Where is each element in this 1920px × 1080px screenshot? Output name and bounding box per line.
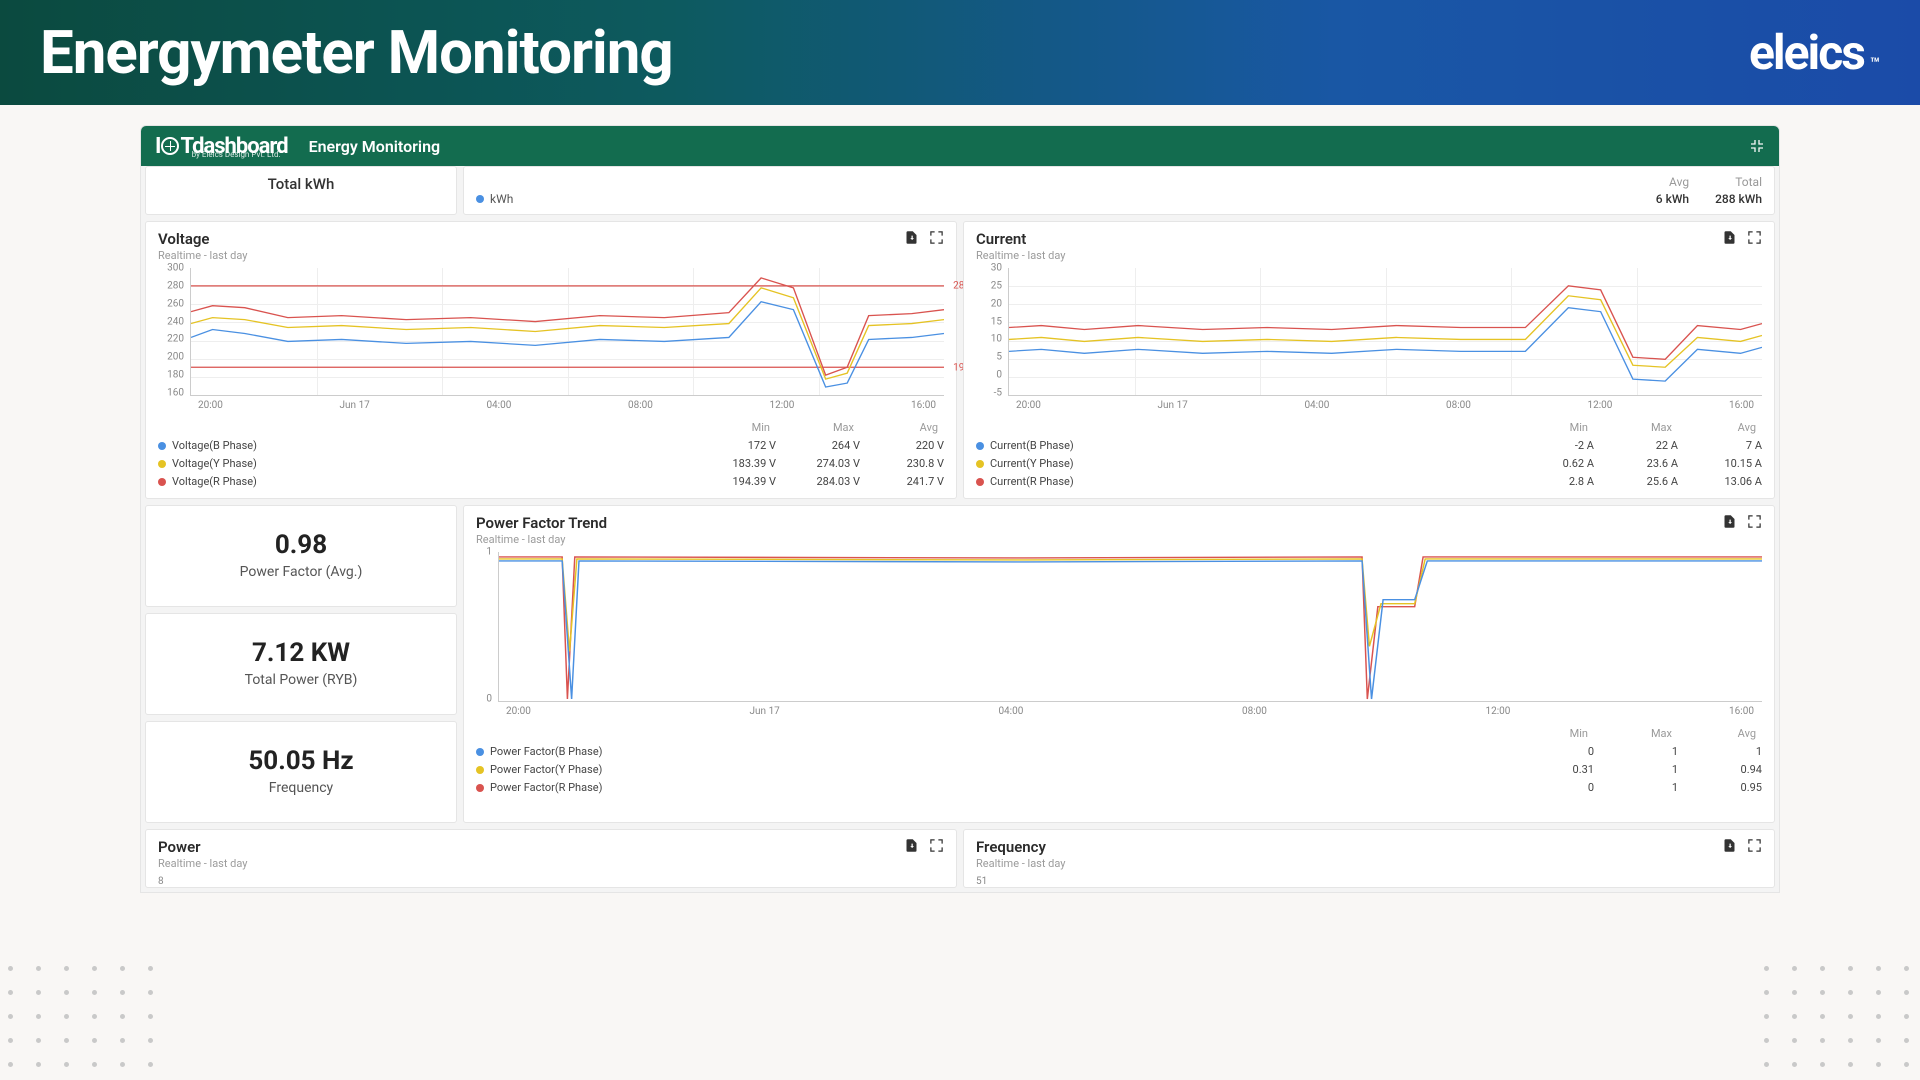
frequency-panel: Frequency Realtime - last day 51 <box>963 829 1775 888</box>
panel-title: Frequency <box>976 838 1066 856</box>
logo-subtitle: by Eleics Design Pvt. Ltd. <box>192 151 281 159</box>
panel-title: Power <box>158 838 248 856</box>
collapse-icon[interactable] <box>1749 138 1765 154</box>
expand-icon[interactable] <box>1747 230 1762 245</box>
dashboard-header: ITdashboard by Eleics Design Pvt. Ltd. E… <box>141 126 1779 166</box>
legend-row: Power Factor(R Phase)010.95 <box>476 781 1762 794</box>
pf-chart[interactable]: 1 0 20:00Jun 1704:0008:0012:0016:00 <box>476 552 1762 717</box>
total-power-card: 7.12 KW Total Power (RYB) <box>145 613 457 715</box>
dot-icon <box>158 460 166 468</box>
pf-legend-table: MinMaxAvgPower Factor(B Phase)011Power F… <box>476 727 1762 794</box>
power-factor-trend-panel: Power Factor Trend Realtime - last day 1… <box>463 505 1775 823</box>
expand-icon[interactable] <box>1747 514 1762 529</box>
panel-title: Voltage <box>158 230 248 248</box>
dot-icon <box>476 766 484 774</box>
download-icon[interactable] <box>904 230 919 245</box>
panel-subtitle: Realtime - last day <box>158 249 248 262</box>
panel-title: Current <box>976 230 1066 248</box>
panel-subtitle: Realtime - last day <box>976 857 1066 870</box>
current-chart[interactable]: 302520151050-5 20:00Jun 1704:0008:0012:0… <box>976 268 1762 411</box>
kwh-summary-panel: kWh Avg6 kWh Total288 kWh <box>463 166 1775 215</box>
dot-icon <box>976 442 984 450</box>
globe-icon <box>161 137 179 155</box>
dot-icon <box>976 478 984 486</box>
download-icon[interactable] <box>904 838 919 853</box>
dot-icon <box>476 748 484 756</box>
page-title: Energy Monitoring <box>309 137 441 156</box>
presentation-banner: Energymeter Monitoring eleics ™ <box>0 0 1920 105</box>
legend-row: Voltage(B Phase)172 V264 V220 V <box>158 439 944 452</box>
expand-icon[interactable] <box>929 230 944 245</box>
dashboard-frame: ITdashboard by Eleics Design Pvt. Ltd. E… <box>140 125 1780 893</box>
dots-deco <box>1764 966 1912 1070</box>
dot-icon <box>158 478 166 486</box>
download-icon[interactable] <box>1722 514 1737 529</box>
current-legend-table: MinMaxAvgCurrent(B Phase)-2 A22 A7 ACurr… <box>976 421 1762 488</box>
panel-subtitle: Realtime - last day <box>158 857 248 870</box>
voltage-chart[interactable]: 300280260240220200180160 280 190 <box>158 268 944 411</box>
voltage-panel: Voltage Realtime - last day 300280260240… <box>145 221 957 499</box>
banner-title: Energymeter Monitoring <box>40 17 673 88</box>
legend-row: Power Factor(Y Phase)0.3110.94 <box>476 763 1762 776</box>
legend-row: Power Factor(B Phase)011 <box>476 745 1762 758</box>
dot-icon <box>976 460 984 468</box>
legend-row: Current(R Phase)2.8 A25.6 A13.06 A <box>976 475 1762 488</box>
kwh-total: 288 kWh <box>1715 192 1762 206</box>
download-icon[interactable] <box>1722 838 1737 853</box>
current-panel: Current Realtime - last day 302520151050… <box>963 221 1775 499</box>
total-kwh-card: Total kWh <box>145 166 457 215</box>
power-panel: Power Realtime - last day 8 <box>145 829 957 888</box>
dot-icon <box>476 784 484 792</box>
frequency-card: 50.05 Hz Frequency <box>145 721 457 823</box>
panel-subtitle: Realtime - last day <box>976 249 1066 262</box>
dots-deco <box>8 966 156 1070</box>
power-factor-card: 0.98 Power Factor (Avg.) <box>145 505 457 607</box>
kwh-legend: kWh <box>476 192 513 206</box>
legend-row: Current(Y Phase)0.62 A23.6 A10.15 A <box>976 457 1762 470</box>
panel-subtitle: Realtime - last day <box>476 533 607 546</box>
legend-row: Voltage(Y Phase)183.39 V274.03 V230.8 V <box>158 457 944 470</box>
expand-icon[interactable] <box>929 838 944 853</box>
legend-row: Voltage(R Phase)194.39 V284.03 V241.7 V <box>158 475 944 488</box>
brand-logo: eleics ™ <box>1749 24 1880 81</box>
panel-title: Power Factor Trend <box>476 514 607 532</box>
dot-icon <box>158 442 166 450</box>
kwh-avg: 6 kWh <box>1656 192 1689 206</box>
download-icon[interactable] <box>1722 230 1737 245</box>
voltage-legend-table: MinMaxAvgVoltage(B Phase)172 V264 V220 V… <box>158 421 944 488</box>
dot-icon <box>476 195 484 203</box>
expand-icon[interactable] <box>1747 838 1762 853</box>
legend-row: Current(B Phase)-2 A22 A7 A <box>976 439 1762 452</box>
